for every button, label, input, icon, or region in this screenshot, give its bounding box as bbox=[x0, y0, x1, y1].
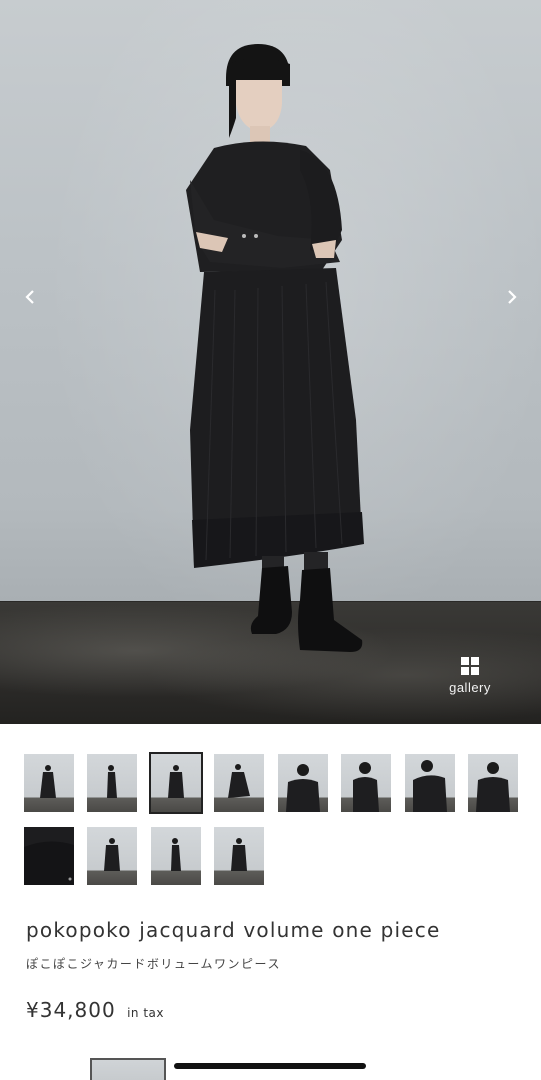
thumbnail-image bbox=[104, 838, 120, 871]
gallery-label: gallery bbox=[449, 680, 491, 695]
thumbnail-image bbox=[40, 765, 56, 798]
thumbnail-image bbox=[228, 764, 250, 798]
chevron-right-icon bbox=[508, 290, 517, 304]
thumbnail-9[interactable] bbox=[24, 827, 74, 885]
thumbnail-3[interactable] bbox=[149, 752, 203, 814]
thumbnail-image bbox=[107, 765, 117, 798]
thumbnail-4[interactable] bbox=[214, 754, 264, 812]
next-image-button[interactable] bbox=[500, 284, 524, 310]
product-title: pokopoko jacquard volume one piece bbox=[26, 918, 441, 942]
thumbnail-image bbox=[168, 765, 184, 798]
grid-icon bbox=[461, 657, 479, 675]
thumbnail-image bbox=[92, 1060, 164, 1080]
price-value: ¥34,800 bbox=[26, 998, 116, 1022]
thumbnail-12[interactable] bbox=[214, 827, 264, 885]
thumbnail-10[interactable] bbox=[87, 827, 137, 885]
thumbnail-8[interactable] bbox=[468, 754, 518, 812]
thumbnail-image bbox=[24, 841, 74, 885]
product-title-japanese: ぽこぽこジャカードボリュームワンピース bbox=[26, 957, 281, 971]
thumbnail-11[interactable] bbox=[151, 827, 201, 885]
thumbnail-2[interactable] bbox=[87, 754, 137, 812]
thumbnail-1[interactable] bbox=[24, 754, 74, 812]
tax-label: in tax bbox=[127, 1006, 164, 1020]
prev-image-button[interactable] bbox=[18, 284, 42, 310]
chevron-left-icon bbox=[25, 290, 34, 304]
color-variant-thumbnail[interactable] bbox=[90, 1058, 166, 1080]
thumbnail-image bbox=[286, 764, 320, 812]
home-indicator bbox=[174, 1063, 366, 1069]
thumbnail-image bbox=[231, 838, 247, 871]
thumbnail-image bbox=[171, 838, 181, 871]
model-figure bbox=[186, 44, 364, 652]
gallery-button[interactable]: gallery bbox=[440, 656, 500, 702]
thumbnail-image bbox=[413, 760, 447, 812]
thumbnail-image bbox=[476, 762, 510, 812]
thumbnail-5[interactable] bbox=[278, 754, 328, 812]
thumbnail-7[interactable] bbox=[405, 754, 455, 812]
product-hero-image[interactable]: gallery bbox=[0, 0, 541, 724]
product-price: ¥34,800 in tax bbox=[26, 998, 164, 1022]
thumbnail-image bbox=[353, 762, 379, 812]
thumbnail-6[interactable] bbox=[341, 754, 391, 812]
